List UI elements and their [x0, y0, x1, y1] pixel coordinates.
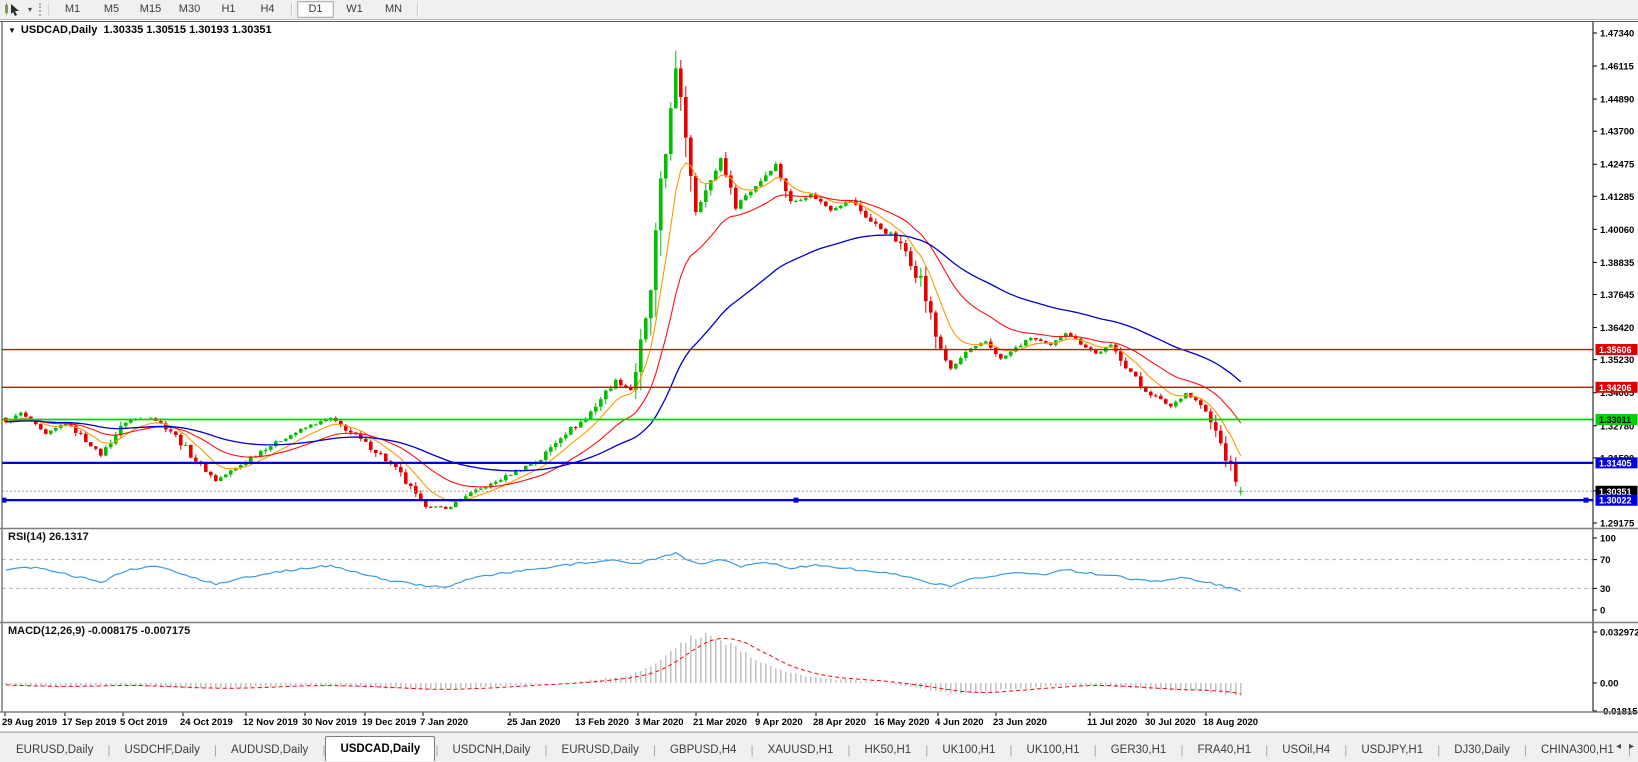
- toolbar-grip-handle[interactable]: [39, 3, 49, 16]
- chart-tab-uk100-h1[interactable]: UK100,H1: [928, 740, 1009, 761]
- svg-text:1.44890: 1.44890: [1600, 95, 1634, 106]
- chart-tab-usdcad-daily[interactable]: USDCAD,Daily: [325, 736, 436, 761]
- chart-tab-usdchf-daily[interactable]: USDCHF,Daily: [110, 740, 213, 761]
- chart-menu-arrow-icon[interactable]: ▼: [8, 26, 16, 35]
- svg-text:19 Dec 2019: 19 Dec 2019: [362, 717, 416, 728]
- timeframe-button-mn[interactable]: MN: [375, 1, 412, 18]
- chart-tab-usdjpy-h1[interactable]: USDJPY,H1: [1347, 740, 1437, 761]
- chart-tab-china300-h1[interactable]: CHINA300,H1: [1527, 740, 1628, 761]
- chart-tab-gbpusd-h4[interactable]: GBPUSD,H4: [656, 740, 750, 761]
- svg-text:1.31405: 1.31405: [1599, 458, 1632, 468]
- svg-text:0: 0: [1600, 606, 1605, 617]
- svg-text:0.032972: 0.032972: [1600, 627, 1638, 638]
- timeframe-button-h1[interactable]: H1: [210, 1, 247, 18]
- svg-text:1.46115: 1.46115: [1600, 62, 1635, 73]
- svg-text:29 Aug 2019: 29 Aug 2019: [2, 717, 57, 728]
- svg-text:1.30022: 1.30022: [1599, 496, 1632, 506]
- svg-text:1.47340: 1.47340: [1600, 29, 1634, 40]
- chart-tab-usoil-h4[interactable]: USOil,H4: [1268, 740, 1344, 761]
- svg-text:17 Sep 2019: 17 Sep 2019: [62, 717, 116, 728]
- svg-text:1.42475: 1.42475: [1600, 160, 1635, 171]
- timeframe-button-h4[interactable]: H4: [249, 1, 286, 18]
- chart-cursor-icon[interactable]: [2, 2, 24, 17]
- timeframe-button-d1[interactable]: D1: [297, 1, 334, 18]
- svg-text:3 Mar 2020: 3 Mar 2020: [635, 717, 684, 728]
- tab-scroll-controls: ◂ ▸: [1616, 741, 1634, 752]
- svg-text:4 Jun 2020: 4 Jun 2020: [935, 717, 984, 728]
- toolbar: ▾ M1 M5 M15 M30 H1 H4 D1 W1 MN: [0, 0, 1638, 20]
- timeframe-button-w1[interactable]: W1: [336, 1, 373, 18]
- svg-text:100: 100: [1600, 534, 1616, 545]
- svg-text:23 Jun 2020: 23 Jun 2020: [993, 717, 1047, 728]
- svg-text:18 Aug 2020: 18 Aug 2020: [1203, 717, 1258, 728]
- svg-text:21 Mar 2020: 21 Mar 2020: [693, 717, 747, 728]
- timeframe-button-m5[interactable]: M5: [93, 1, 130, 18]
- chart-tab-eurusd-daily[interactable]: EURUSD,Daily: [2, 740, 107, 761]
- chart-tab-ger30-h1[interactable]: GER30,H1: [1097, 740, 1181, 761]
- svg-text:28 Apr 2020: 28 Apr 2020: [813, 717, 866, 728]
- svg-text:11 Jul 2020: 11 Jul 2020: [1087, 717, 1137, 728]
- timeframe-buttons: M1 M5 M15 M30 H1 H4 D1 W1 MN: [53, 0, 422, 19]
- toolbar-separator: [417, 2, 418, 17]
- hline-drag-handle[interactable]: [1583, 497, 1589, 503]
- svg-text:70: 70: [1600, 555, 1611, 566]
- chart-tab-eurusd-daily[interactable]: EURUSD,Daily: [548, 740, 653, 761]
- svg-text:30 Jul 2020: 30 Jul 2020: [1145, 717, 1196, 728]
- svg-text:1.36420: 1.36420: [1600, 323, 1634, 334]
- toolbar-separator: [291, 2, 292, 17]
- chart-tab-audusd-daily[interactable]: AUDUSD,Daily: [217, 740, 322, 761]
- svg-text:25 Jan 2020: 25 Jan 2020: [507, 717, 560, 728]
- svg-text:16 May 2020: 16 May 2020: [874, 717, 929, 728]
- svg-text:9 Apr 2020: 9 Apr 2020: [755, 717, 803, 728]
- mt4-window: ▾ M1 M5 M15 M30 H1 H4 D1 W1 MN 1.47340 1.46115 1.4…: [0, 0, 1638, 762]
- svg-text:1.40060: 1.40060: [1600, 225, 1634, 236]
- timeframe-button-m1[interactable]: M1: [54, 1, 91, 18]
- svg-text:1.33011: 1.33011: [1599, 415, 1631, 425]
- svg-text:1.38835: 1.38835: [1600, 258, 1635, 269]
- chart-tab-bar: EURUSD,Daily | USDCHF,Daily | AUDUSD,Daily | U…: [0, 732, 1638, 762]
- tab-scroll-left-icon[interactable]: ◂: [1616, 741, 1621, 752]
- svg-text:1.43700: 1.43700: [1600, 127, 1634, 138]
- price-chart-canvas[interactable]: 1.47340 1.46115 1.44890 1.43700 1.42475 1.412…: [0, 20, 1638, 732]
- svg-text:5 Oct 2019: 5 Oct 2019: [120, 717, 168, 728]
- svg-text:1.37645: 1.37645: [1600, 290, 1635, 301]
- tab-scroll-right-icon[interactable]: ▸: [1629, 741, 1634, 752]
- hline-drag-handle[interactable]: [793, 497, 799, 503]
- svg-text:1.41285: 1.41285: [1600, 192, 1635, 203]
- svg-text:30: 30: [1600, 584, 1611, 595]
- chart-tab-xauusd-h1[interactable]: XAUUSD,H1: [754, 740, 848, 761]
- dropdown-arrow-icon[interactable]: ▾: [24, 2, 36, 17]
- timeframe-button-m30[interactable]: M30: [171, 1, 208, 18]
- chart-tab-hk50-h1[interactable]: HK50,H1: [851, 740, 926, 761]
- timeframe-button-m15[interactable]: M15: [132, 1, 169, 18]
- chart-window[interactable]: 1.47340 1.46115 1.44890 1.43700 1.42475 1.412…: [0, 20, 1638, 732]
- chart-tab-fra40-h1[interactable]: FRA40,H1: [1183, 740, 1265, 761]
- svg-text:12 Nov 2019: 12 Nov 2019: [243, 717, 298, 728]
- chart-tab-dj30-daily[interactable]: DJ30,Daily: [1440, 740, 1524, 761]
- svg-text:13 Feb 2020: 13 Feb 2020: [575, 717, 629, 728]
- svg-text:24 Oct 2019: 24 Oct 2019: [180, 717, 233, 728]
- chart-tab-usdcnh-daily[interactable]: USDCNH,Daily: [438, 740, 544, 761]
- chart-tab-uk100-h1[interactable]: UK100,H1: [1013, 740, 1094, 761]
- svg-text:0.00: 0.00: [1600, 679, 1619, 690]
- svg-text:1.35230: 1.35230: [1600, 355, 1634, 366]
- svg-text:1.35606: 1.35606: [1599, 345, 1632, 355]
- svg-text:1.34206: 1.34206: [1599, 383, 1632, 393]
- chart-tabs: EURUSD,Daily | USDCHF,Daily | AUDUSD,Daily | U…: [2, 736, 1638, 761]
- svg-text:7 Jan 2020: 7 Jan 2020: [420, 717, 468, 728]
- svg-text:30 Nov 2019: 30 Nov 2019: [302, 717, 357, 728]
